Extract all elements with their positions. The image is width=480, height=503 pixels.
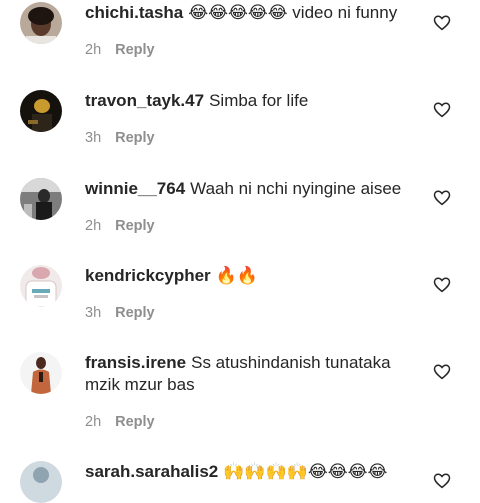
comment-body: travon_tayk.47 Simba for life xyxy=(85,90,415,112)
comment-time: 2h xyxy=(85,218,102,234)
comment-username[interactable]: kendrickcypher xyxy=(85,266,211,285)
comment-username[interactable]: sarah.sarahalis2 xyxy=(85,462,218,481)
comment-time: 2h xyxy=(85,414,102,430)
reply-button[interactable]: Reply xyxy=(115,414,155,430)
comment-text: 🙌🙌🙌🙌😂😂😂😂 xyxy=(223,462,388,481)
reply-button[interactable]: Reply xyxy=(115,305,155,321)
comment-text: Simba for life xyxy=(209,91,309,110)
reply-button[interactable]: Reply xyxy=(115,218,155,234)
heart-icon[interactable] xyxy=(433,101,451,119)
comment-time: 2h xyxy=(85,42,102,58)
comment-username[interactable]: travon_tayk.47 xyxy=(85,91,204,110)
comment-meta: 3h Reply xyxy=(85,130,155,146)
comment-text: Waah ni nchi nyingine aisee xyxy=(190,179,402,198)
heart-icon[interactable] xyxy=(433,14,451,32)
comment-meta: 2h Reply xyxy=(85,414,155,430)
comment-text: 🔥🔥 xyxy=(215,266,259,285)
avatar[interactable] xyxy=(20,265,62,307)
comment-time: 3h xyxy=(85,130,102,146)
comment-body: fransis.irene Ss atushindanish tunataka m… xyxy=(85,352,415,396)
avatar[interactable] xyxy=(20,461,62,503)
comment-time: 3h xyxy=(85,305,102,321)
comment-body: chichi.tasha 😂😂😂😂😂 video ni funny xyxy=(85,2,415,24)
comment-meta: 2h Reply xyxy=(85,42,155,58)
heart-icon[interactable] xyxy=(433,472,451,490)
heart-icon[interactable] xyxy=(433,189,451,207)
comment-username[interactable]: chichi.tasha xyxy=(85,3,183,22)
comment-body: kendrickcypher 🔥🔥 xyxy=(85,265,415,287)
comment-text: 😂😂😂😂😂 video ni funny xyxy=(188,3,398,22)
comment-body: winnie__764 Waah ni nchi nyingine aisee xyxy=(85,178,415,200)
avatar[interactable] xyxy=(20,2,62,44)
reply-button[interactable]: Reply xyxy=(115,42,155,58)
comment-meta: 2h Reply xyxy=(85,218,155,234)
avatar[interactable] xyxy=(20,352,62,394)
heart-icon[interactable] xyxy=(433,276,451,294)
avatar[interactable] xyxy=(20,178,62,220)
comment-username[interactable]: fransis.irene xyxy=(85,353,186,372)
reply-button[interactable]: Reply xyxy=(115,130,155,146)
avatar[interactable] xyxy=(20,90,62,132)
comment-meta: 3h Reply xyxy=(85,305,155,321)
comment-username[interactable]: winnie__764 xyxy=(85,179,185,198)
heart-icon[interactable] xyxy=(433,363,451,381)
